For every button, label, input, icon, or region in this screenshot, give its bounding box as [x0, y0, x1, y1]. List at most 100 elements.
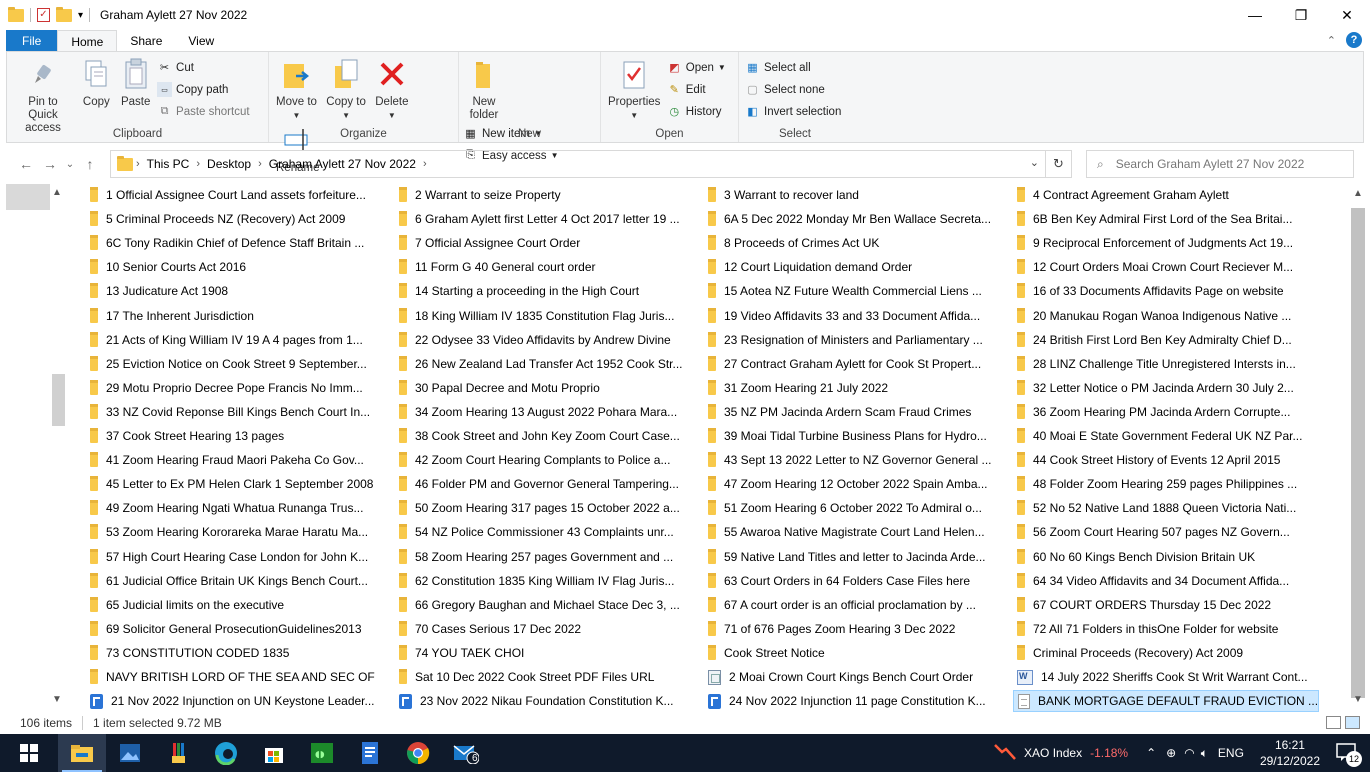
file-item[interactable]: 11 Form G 40 General court order: [395, 256, 691, 278]
paste-shortcut-button[interactable]: ⧉ Paste shortcut: [157, 102, 250, 121]
search-input[interactable]: Search Graham Aylett 27 Nov 2022: [1116, 157, 1305, 171]
nav-scrollbar-thumb[interactable]: [52, 374, 65, 426]
file-item[interactable]: Criminal Proceeds (Recovery) Act 2009: [1013, 642, 1319, 664]
file-item[interactable]: 54 NZ Police Commissioner 43 Complaints …: [395, 521, 691, 543]
breadcrumb-desktop[interactable]: Desktop: [207, 157, 251, 171]
file-item[interactable]: 21 Acts of King William IV 19 A 4 pages …: [86, 329, 376, 351]
start-button[interactable]: [0, 734, 58, 772]
file-item[interactable]: 2 Warrant to seize Property: [395, 184, 691, 206]
file-item[interactable]: 74 YOU TAEK CHOI: [395, 642, 691, 664]
file-item[interactable]: 7 Official Assignee Court Order: [395, 232, 691, 254]
paste-button[interactable]: Paste: [118, 56, 154, 109]
file-item[interactable]: 24 Nov 2022 Injunction 11 page Constitut…: [704, 690, 1004, 712]
file-item[interactable]: 8 Proceeds of Crimes Act UK: [704, 232, 1004, 254]
file-item[interactable]: 47 Zoom Hearing 12 October 2022 Spain Am…: [704, 473, 1004, 495]
file-item[interactable]: 56 Zoom Court Hearing 507 pages NZ Gover…: [1013, 521, 1319, 543]
file-item[interactable]: 30 Papal Decree and Motu Proprio: [395, 377, 691, 399]
file-item[interactable]: 15 Aotea NZ Future Wealth Commercial Lie…: [704, 280, 1004, 302]
up-arrow-icon[interactable]: ↑: [78, 156, 102, 172]
select-none-button[interactable]: ▢ Select none: [745, 80, 841, 99]
copy-path-button[interactable]: ▭ Copy path: [157, 80, 250, 99]
chrome-taskbar-icon[interactable]: [394, 734, 442, 772]
file-item[interactable]: 21 Nov 2022 Injunction on UN Keystone Le…: [86, 690, 376, 712]
mail-taskbar-icon[interactable]: 6: [442, 734, 490, 772]
file-item[interactable]: 4 Contract Agreement Graham Aylett: [1013, 184, 1319, 206]
file-item[interactable]: 2 Moai Crown Court Kings Bench Court Ord…: [704, 666, 1004, 688]
file-item[interactable]: 35 NZ PM Jacinda Ardern Scam Fraud Crime…: [704, 401, 1004, 423]
collapse-ribbon-icon[interactable]: ⌃: [1327, 34, 1336, 47]
breadcrumb-this-pc[interactable]: This PC: [147, 157, 190, 171]
stock-index-name[interactable]: XAO Index: [1024, 746, 1082, 760]
search-box[interactable]: ⌕ Search Graham Aylett 27 Nov 2022: [1086, 150, 1354, 178]
file-item[interactable]: 6 Graham Aylett first Letter 4 Oct 2017 …: [395, 208, 691, 230]
breadcrumb-separator-icon[interactable]: ›: [196, 158, 200, 170]
file-item[interactable]: 48 Folder Zoom Hearing 259 pages Philipp…: [1013, 473, 1319, 495]
file-item[interactable]: 32 Letter Notice o PM Jacinda Ardern 30 …: [1013, 377, 1319, 399]
tab-home[interactable]: Home: [57, 30, 118, 52]
file-item[interactable]: 66 Gregory Baughan and Michael Stace Dec…: [395, 594, 691, 616]
properties-quick-icon[interactable]: ✓: [37, 8, 50, 22]
file-item[interactable]: 43 Sept 13 2022 Letter to NZ Governor Ge…: [704, 449, 1004, 471]
file-item[interactable]: 13 Judicature Act 1908: [86, 280, 376, 302]
edit-button[interactable]: ✎ Edit: [667, 80, 726, 99]
file-item[interactable]: 1 Official Assignee Court Land assets fo…: [86, 184, 376, 206]
file-item[interactable]: Sat 10 Dec 2022 Cook Street PDF Files UR…: [395, 666, 691, 688]
file-item[interactable]: 64 34 Video Affidavits and 34 Document A…: [1013, 570, 1319, 592]
file-item[interactable]: 31 Zoom Hearing 21 July 2022: [704, 377, 1004, 399]
file-item[interactable]: 5 Criminal Proceeds NZ (Recovery) Act 20…: [86, 208, 376, 230]
file-item[interactable]: 40 Moai E State Government Federal UK NZ…: [1013, 425, 1319, 447]
file-item[interactable]: 22 Odysee 33 Video Affidavits by Andrew …: [395, 329, 691, 351]
file-item[interactable]: 16 of 33 Documents Affidavits Page on we…: [1013, 280, 1319, 302]
file-item[interactable]: 19 Video Affidavits 33 and 33 Document A…: [704, 305, 1004, 327]
file-item[interactable]: 20 Manukau Rogan Wanoa Indigenous Native…: [1013, 305, 1319, 327]
clock[interactable]: 16:21 29/12/2022: [1260, 737, 1320, 769]
breadcrumb-current-folder[interactable]: Graham Aylett 27 Nov 2022: [269, 157, 416, 171]
file-item[interactable]: 57 High Court Hearing Case London for Jo…: [86, 546, 376, 568]
copy-to-button[interactable]: Copy to ▼: [323, 56, 369, 122]
file-item[interactable]: 10 Senior Courts Act 2016: [86, 256, 376, 278]
nav-scroll-down-icon[interactable]: ▼: [52, 694, 62, 705]
file-item[interactable]: 14 July 2022 Sheriffs Cook St Writ Warra…: [1013, 666, 1319, 688]
audio-app-taskbar-icon[interactable]: ◖◗: [298, 734, 346, 772]
file-item[interactable]: Cook Street Notice: [704, 642, 1004, 664]
breadcrumb-separator-icon[interactable]: ›: [258, 158, 262, 170]
nav-selected-item[interactable]: [6, 184, 50, 210]
file-item[interactable]: 33 NZ Covid Reponse Bill Kings Bench Cou…: [86, 401, 376, 423]
file-item[interactable]: 67 COURT ORDERS Thursday 15 Dec 2022: [1013, 594, 1319, 616]
address-dropdown-icon[interactable]: ⌄: [1030, 156, 1039, 169]
scrollbar-thumb[interactable]: [1351, 208, 1365, 698]
wifi-icon[interactable]: ◠: [1184, 746, 1194, 760]
file-item[interactable]: 24 British First Lord Ben Key Admiralty …: [1013, 329, 1319, 351]
meet-now-icon[interactable]: ⊕: [1166, 746, 1176, 760]
file-item[interactable]: 60 No 60 Kings Bench Division Britain UK: [1013, 546, 1319, 568]
chevron-up-icon[interactable]: ⌃: [1146, 746, 1156, 760]
file-item[interactable]: 46 Folder PM and Governor General Tamper…: [395, 473, 691, 495]
large-icons-view-icon[interactable]: [1345, 716, 1360, 729]
help-icon[interactable]: ?: [1346, 32, 1362, 48]
new-folder-quick-icon[interactable]: [56, 6, 72, 22]
pin-quick-access-button[interactable]: Pin to Quick access: [11, 56, 75, 135]
stock-index-change[interactable]: -1.18%: [1090, 746, 1128, 760]
open-button[interactable]: ◩ Open ▼: [667, 58, 726, 77]
file-item[interactable]: 29 Motu Proprio Decree Pope Francis No I…: [86, 377, 376, 399]
minimize-button[interactable]: —: [1232, 0, 1278, 30]
file-item[interactable]: 39 Moai Tidal Turbine Business Plans for…: [704, 425, 1004, 447]
file-item[interactable]: 3 Warrant to recover land: [704, 184, 1004, 206]
paint-taskbar-icon[interactable]: [154, 734, 202, 772]
scroll-up-icon[interactable]: ▲: [1353, 188, 1363, 199]
file-item[interactable]: 41 Zoom Hearing Fraud Maori Pakeha Co Go…: [86, 449, 376, 471]
file-item[interactable]: 72 All 71 Folders in thisOne Folder for …: [1013, 618, 1319, 640]
restore-button[interactable]: ❐: [1278, 0, 1324, 30]
file-item[interactable]: 12 Court Liquidation demand Order: [704, 256, 1004, 278]
file-item[interactable]: 51 Zoom Hearing 6 October 2022 To Admira…: [704, 497, 1004, 519]
file-item[interactable]: 59 Native Land Titles and letter to Jaci…: [704, 546, 1004, 568]
file-item[interactable]: 14 Starting a proceeding in the High Cou…: [395, 280, 691, 302]
copy-button[interactable]: Copy: [78, 56, 114, 109]
file-item[interactable]: 70 Cases Serious 17 Dec 2022: [395, 618, 691, 640]
file-list-scrollbar[interactable]: ▲ ▼: [1350, 184, 1366, 710]
file-item[interactable]: 23 Resignation of Ministers and Parliame…: [704, 329, 1004, 351]
move-to-button[interactable]: Move to ▼: [273, 56, 320, 122]
file-item[interactable]: NAVY BRITISH LORD OF THE SEA AND SEC OF …: [86, 666, 376, 688]
file-item[interactable]: 67 A court order is an official proclama…: [704, 594, 1004, 616]
file-item[interactable]: 34 Zoom Hearing 13 August 2022 Pohara Ma…: [395, 401, 691, 423]
